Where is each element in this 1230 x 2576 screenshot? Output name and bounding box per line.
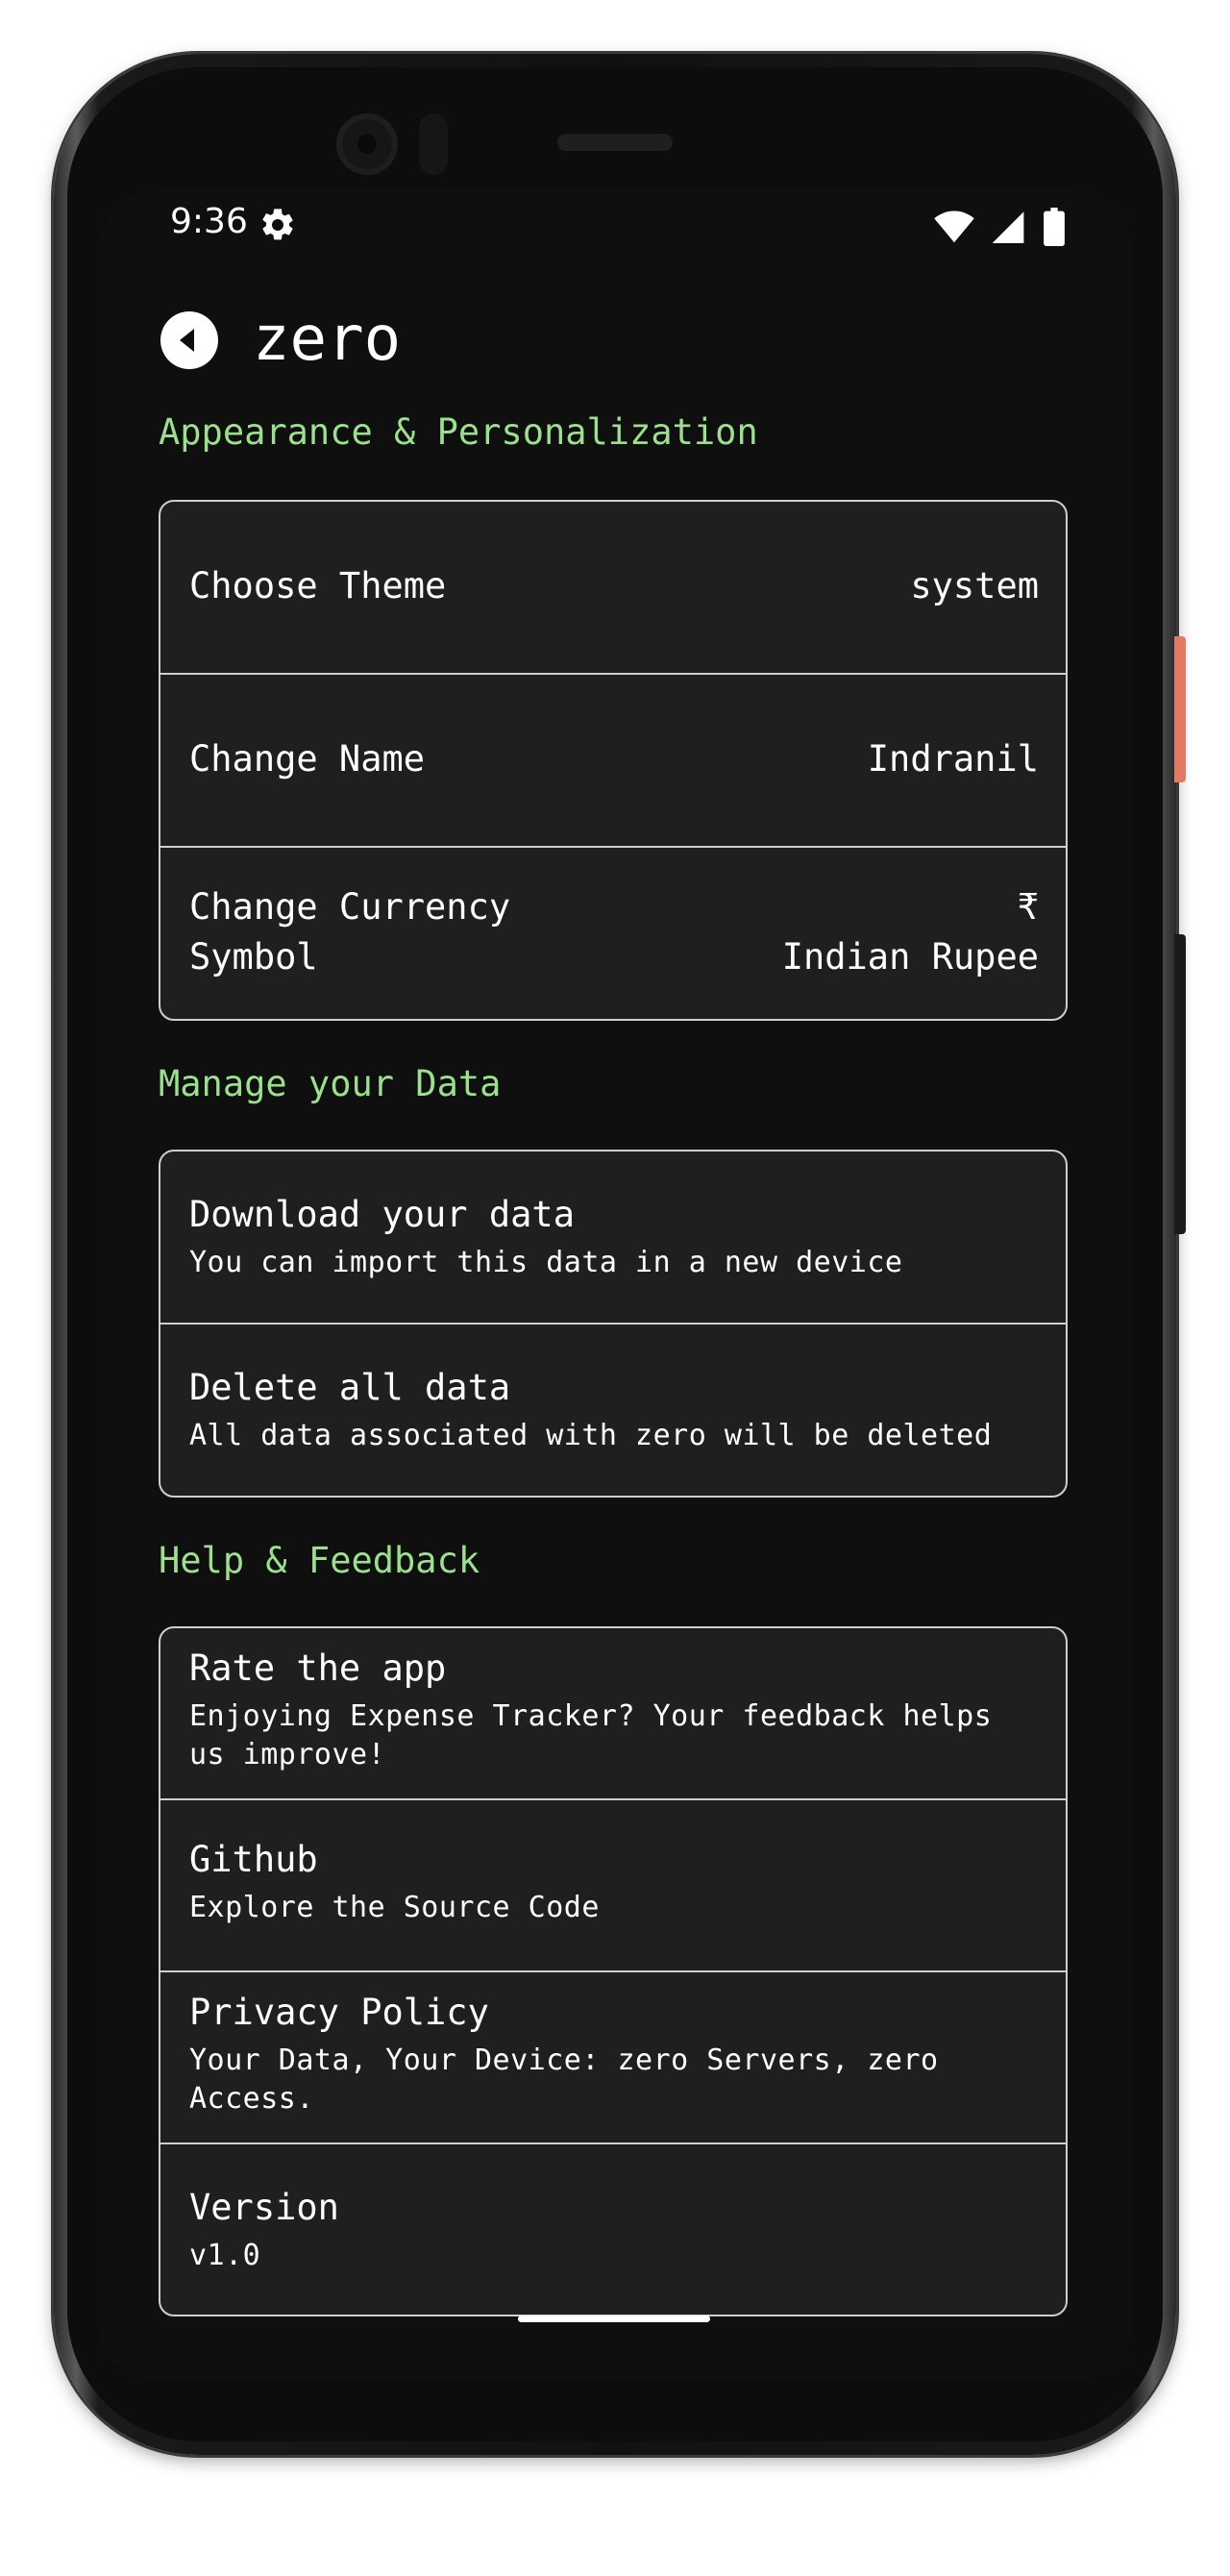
change-currency-row[interactable]: Change Currency Symbol ₹ Indian Rupee: [160, 848, 1066, 1019]
github-description: Explore the Source Code: [189, 1891, 600, 1924]
delete-data-description: All data associated with zero will be de…: [189, 1419, 993, 1452]
change-currency-label-line2: Symbol: [189, 936, 318, 978]
download-data-label: Download your data: [189, 1194, 575, 1235]
github-row[interactable]: Github Explore the Source Code: [160, 1800, 1066, 1972]
data-card: Download your data You can import this d…: [159, 1150, 1068, 1498]
section-title-help: Help & Feedback: [159, 1540, 480, 1581]
currency-symbol-value: ₹: [1017, 886, 1039, 928]
earpiece-speaker: [557, 134, 673, 151]
battery-icon: [1044, 208, 1065, 246]
section-title-appearance: Appearance & Personalization: [159, 411, 758, 453]
change-name-label: Change Name: [189, 738, 426, 780]
change-name-row[interactable]: Change Name Indranil: [160, 675, 1066, 848]
status-bar: 9:36: [97, 188, 1133, 265]
version-value: v1.0: [189, 2239, 261, 2272]
help-card: Rate the app Enjoying Expense Tracker? Y…: [159, 1626, 1068, 2316]
power-button: [1174, 636, 1186, 782]
version-row: Version v1.0: [160, 2144, 1066, 2315]
home-indicator[interactable]: [518, 2316, 710, 2322]
gear-icon: [258, 206, 297, 244]
status-time: 9:36: [170, 202, 248, 241]
status-icons: [926, 208, 1066, 246]
choose-theme-label: Choose Theme: [189, 565, 447, 607]
rate-app-label: Rate the app: [189, 1647, 447, 1689]
change-currency-label-line1: Change Currency: [189, 886, 511, 928]
rate-app-description-line2: us improve!: [189, 1738, 386, 1771]
signal-icon: [992, 211, 1024, 243]
volume-button: [1174, 934, 1186, 1234]
wifi-icon: [933, 211, 974, 243]
section-title-data: Manage your Data: [159, 1063, 502, 1104]
front-camera: [336, 113, 398, 175]
delete-data-row[interactable]: Delete all data All data associated with…: [160, 1325, 1066, 1496]
appearance-card: Choose Theme system Change Name Indranil…: [159, 500, 1068, 1021]
change-name-value: Indranil: [867, 738, 1039, 780]
privacy-policy-row[interactable]: Privacy Policy Your Data, Your Device: z…: [160, 1972, 1066, 2144]
back-button[interactable]: [160, 311, 218, 369]
rate-app-row[interactable]: Rate the app Enjoying Expense Tracker? Y…: [160, 1628, 1066, 1800]
version-label: Version: [189, 2187, 339, 2228]
proximity-sensor: [419, 113, 448, 175]
device-frame: 9:36 zero Appearance & Personalization C…: [0, 0, 1230, 2576]
github-label: Github: [189, 1839, 318, 1880]
app-screen: 9:36 zero Appearance & Personalization C…: [97, 188, 1133, 2380]
privacy-policy-label: Privacy Policy: [189, 1992, 489, 2033]
download-data-row[interactable]: Download your data You can import this d…: [160, 1152, 1066, 1325]
back-arrow-icon: [180, 329, 194, 352]
rate-app-description-line1: Enjoying Expense Tracker? Your feedback …: [189, 1699, 993, 1733]
download-data-description: You can import this data in a new device: [189, 1246, 903, 1279]
delete-data-label: Delete all data: [189, 1367, 511, 1408]
choose-theme-row[interactable]: Choose Theme system: [160, 502, 1066, 675]
choose-theme-value: system: [910, 565, 1039, 607]
page-title: zero: [253, 304, 402, 375]
currency-name-value: Indian Rupee: [781, 936, 1039, 978]
privacy-policy-description-line1: Your Data, Your Device: zero Servers, ze…: [189, 2043, 939, 2077]
privacy-policy-description-line2: Access.: [189, 2082, 314, 2116]
